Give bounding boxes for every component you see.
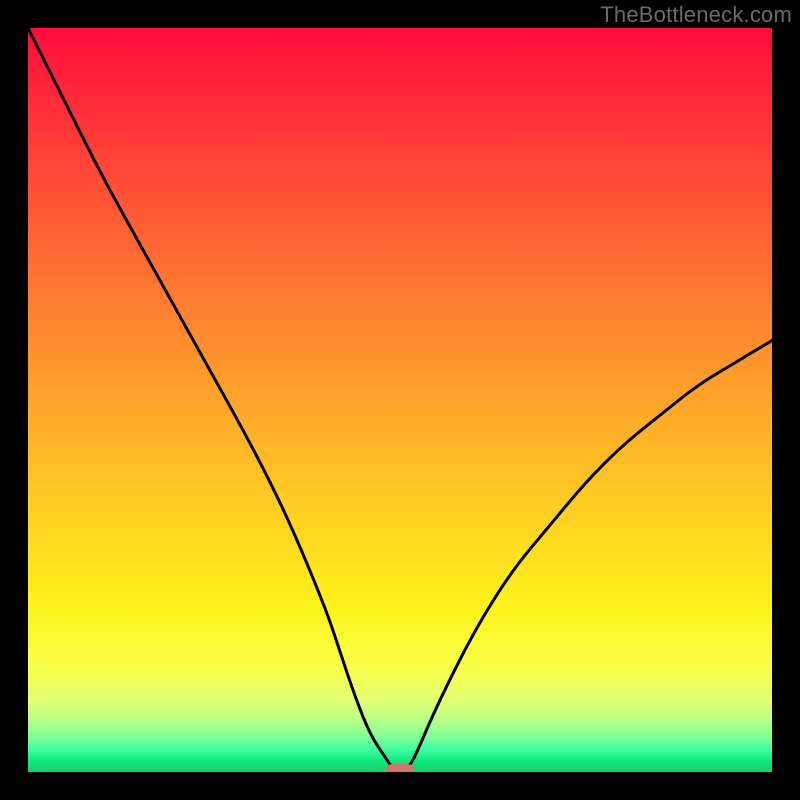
plot-area [28, 28, 772, 772]
watermark-text: TheBottleneck.com [600, 2, 792, 28]
bottleneck-curve [28, 28, 772, 772]
chart-frame: TheBottleneck.com [0, 0, 800, 800]
optimal-point-marker [386, 764, 414, 772]
curve-path [28, 28, 772, 771]
